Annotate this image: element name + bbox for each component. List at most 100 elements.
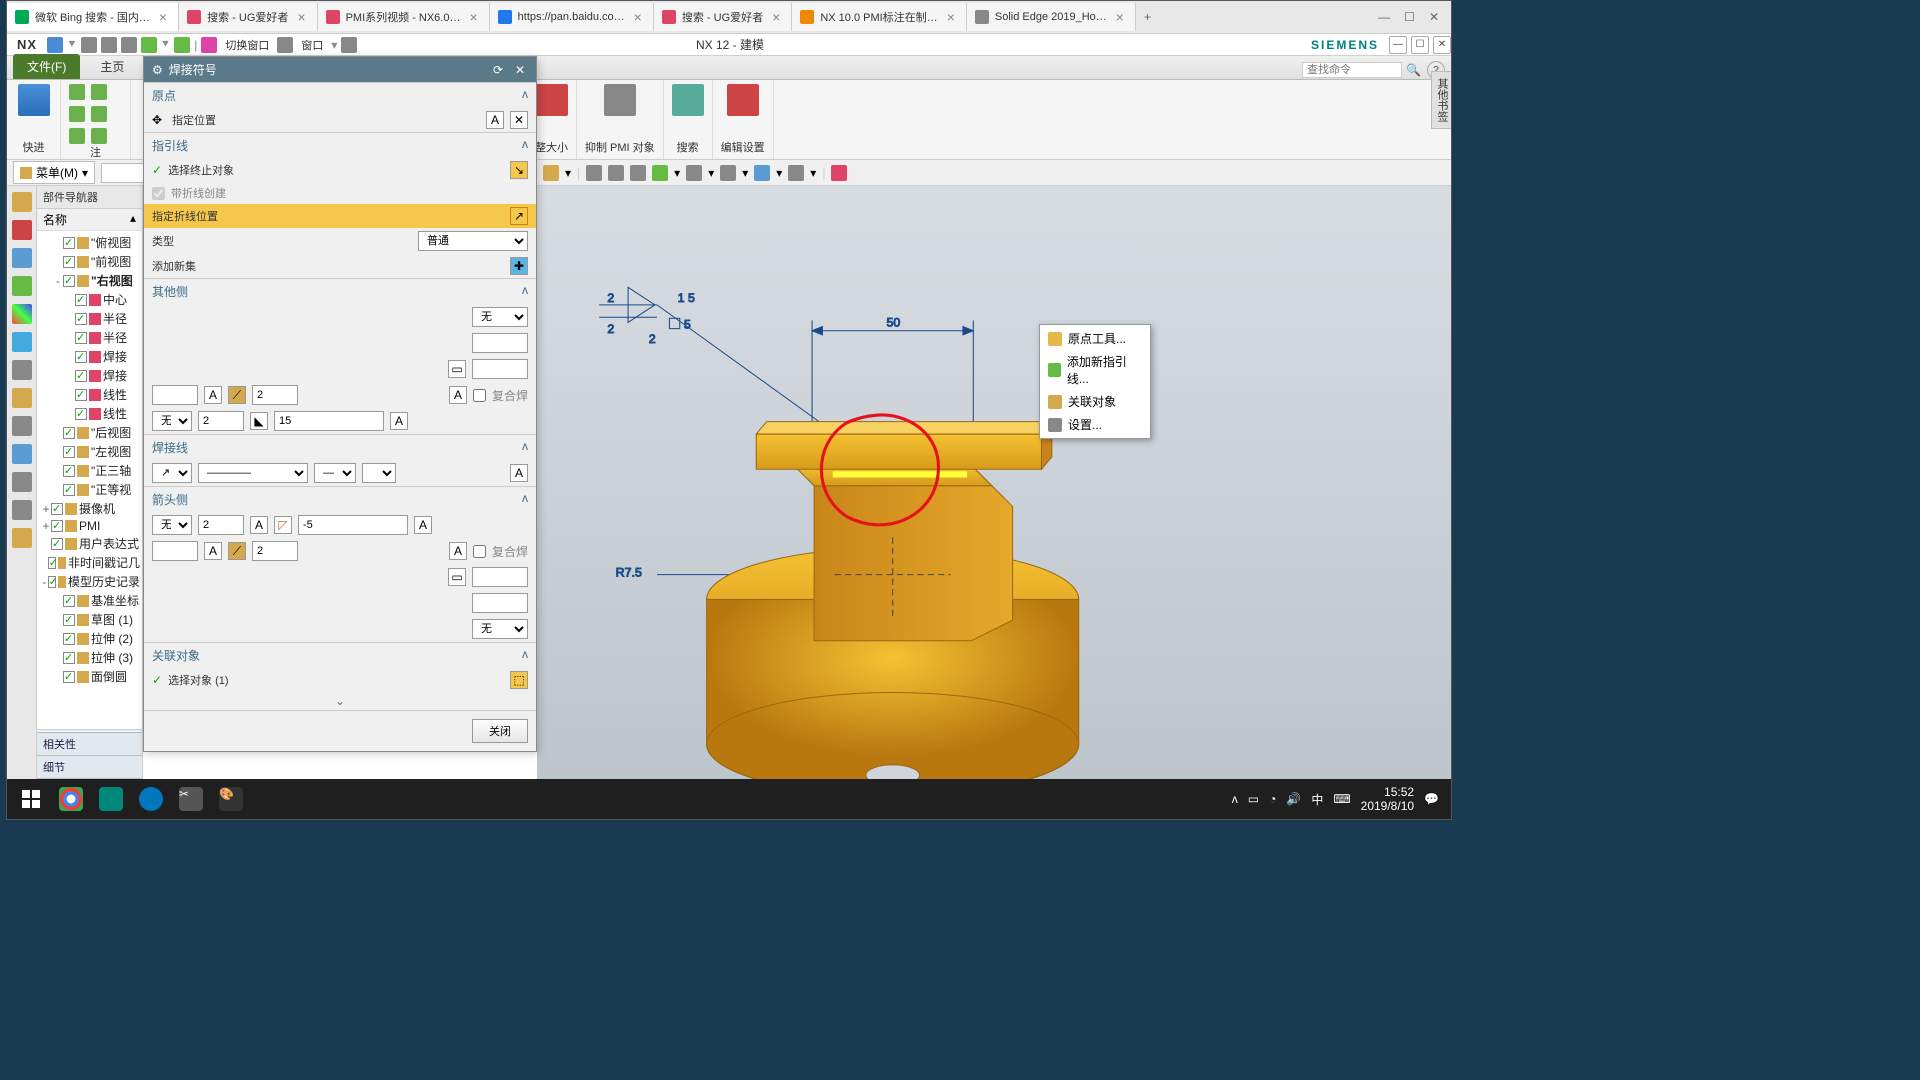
type-select[interactable]: 普通 (418, 231, 528, 251)
help-icon[interactable] (12, 444, 32, 464)
view-icon[interactable] (543, 165, 559, 181)
tree-node[interactable]: "前视图 (37, 252, 142, 271)
specify-jog-row[interactable]: 指定折线位置↗ (144, 204, 536, 228)
weld-icon[interactable]: ⟋ (228, 386, 246, 404)
sys-icon[interactable] (12, 416, 32, 436)
tree-node[interactable]: 非时间戳记几 (37, 553, 142, 572)
start-button[interactable] (11, 779, 51, 819)
more-icon[interactable] (341, 37, 357, 53)
other-f4[interactable] (274, 411, 384, 431)
arrow-f2[interactable] (298, 515, 408, 535)
roles-icon[interactable] (12, 388, 32, 408)
jog-icon[interactable]: ↗ (510, 207, 528, 225)
tree-node[interactable]: 半径 (37, 309, 142, 328)
select-object-button[interactable]: ⬚ (510, 671, 528, 689)
constraint-icon[interactable] (12, 248, 32, 268)
close-icon[interactable]: × (769, 9, 783, 25)
other-symbol-select[interactable]: 无 (472, 307, 528, 327)
browser-tab-4[interactable]: 搜索 - UG爱好者× (654, 3, 792, 31)
redo-icon[interactable] (174, 37, 190, 53)
close-icon[interactable]: × (631, 9, 645, 25)
browser-icon[interactable] (12, 332, 32, 352)
ribbon-icon[interactable] (69, 106, 85, 122)
arrow-f3[interactable] (152, 541, 198, 561)
snip-icon[interactable]: ✂ (171, 779, 211, 819)
ribbon-icon[interactable] (91, 106, 107, 122)
close-icon[interactable]: × (944, 9, 958, 25)
tab-home[interactable]: 主页 (86, 54, 138, 79)
reset-icon[interactable]: ⟳ (490, 62, 506, 78)
arrow-f1[interactable] (198, 515, 244, 535)
navigator-column-header[interactable]: 名称▴ (37, 209, 142, 231)
tree-node[interactable]: 焊接 (37, 347, 142, 366)
nav-section-dependency[interactable]: 相关性 (37, 732, 142, 755)
maximize-button[interactable]: ☐ (1411, 36, 1429, 54)
a-icon[interactable]: A (510, 464, 528, 482)
toolbar-icon[interactable] (586, 165, 602, 181)
edit-settings-icon[interactable] (727, 84, 759, 116)
browser-tab-1[interactable]: 搜索 - UG爱好者× (179, 3, 317, 31)
ctx-settings[interactable]: 设置... (1040, 413, 1150, 436)
tray-notification-icon[interactable]: 💬 (1424, 792, 1439, 806)
new-tab-button[interactable]: + (1136, 10, 1159, 24)
ctx-origin-tool[interactable]: 原点工具... (1040, 327, 1150, 350)
section-other-side[interactable]: 其他侧ʌ (144, 279, 536, 304)
close-icon[interactable]: × (294, 9, 308, 25)
ribbon-icon[interactable] (91, 128, 107, 144)
history-icon[interactable] (12, 360, 32, 380)
toolbar-icon[interactable] (608, 165, 624, 181)
more-icon[interactable] (12, 528, 32, 548)
toolbar-icon[interactable] (788, 165, 804, 181)
select-icon[interactable]: ↘ (510, 161, 528, 179)
minimize-icon[interactable]: — (1378, 10, 1390, 24)
tray-vol-icon[interactable]: 🔊 (1286, 792, 1301, 806)
close-icon[interactable]: ✕ (1429, 10, 1439, 24)
section-origin[interactable]: 原点ʌ (144, 83, 536, 108)
toolbar-icon[interactable] (630, 165, 646, 181)
toolbar-icon[interactable] (652, 165, 668, 181)
tree-node[interactable]: +PMI (37, 518, 142, 534)
suppress-pmi-icon[interactable] (604, 84, 636, 116)
browser-tab-6[interactable]: Solid Edge 2019_Ho…× (967, 3, 1136, 31)
tree-node[interactable]: 焊接 (37, 366, 142, 385)
weather-icon[interactable] (131, 779, 171, 819)
dialog-titlebar[interactable]: ⚙ 焊接符号 ⟳ ✕ (144, 57, 536, 82)
section-associated[interactable]: 关联对象ʌ (144, 643, 536, 668)
point-icon[interactable]: A (486, 111, 504, 129)
resize-icon[interactable] (536, 84, 568, 116)
a-icon[interactable]: A (449, 386, 467, 404)
other-input-2[interactable] (472, 359, 528, 379)
close-icon[interactable]: × (1113, 9, 1127, 25)
navigator-tree[interactable]: "俯视图"前视图-"右视图中心半径半径焊接焊接线性线性"后视图"左视图"正三轴"… (37, 231, 142, 688)
tree-node[interactable]: 用户表达式 (37, 534, 142, 553)
weldline-end2[interactable] (362, 463, 396, 483)
bing-app-icon[interactable] (91, 779, 131, 819)
copy-icon[interactable] (101, 37, 117, 53)
hd3d-icon[interactable] (12, 304, 32, 324)
close-icon[interactable]: × (156, 9, 170, 25)
groove-icon[interactable]: ◸ (274, 516, 292, 534)
close-icon[interactable]: ✕ (512, 62, 528, 78)
tree-node[interactable]: 线性 (37, 385, 142, 404)
switch-window-label[interactable]: 切换窗口 (221, 37, 273, 53)
more-icon[interactable] (12, 472, 32, 492)
browser-tab-0[interactable]: 微软 Bing 搜索 - 国内…× (7, 3, 179, 31)
menu-button[interactable]: 菜单(M)▾ (13, 161, 95, 184)
ctx-add-leader[interactable]: 添加新指引线... (1040, 350, 1150, 390)
close-button[interactable]: 关闭 (472, 719, 528, 743)
other-input-1[interactable] (472, 333, 528, 353)
reuse-icon[interactable] (12, 276, 32, 296)
toolbar-icon[interactable] (831, 165, 847, 181)
tree-node[interactable]: "后视图 (37, 423, 142, 442)
ribbon-icon[interactable] (69, 128, 85, 144)
command-search-input[interactable] (1302, 62, 1402, 78)
graphics-viewport[interactable]: 2 2 2 1 5 5 50 R7.5 (537, 186, 1452, 801)
tree-node[interactable]: "左视图 (37, 442, 142, 461)
tray-wifi-icon[interactable]: ◔ (1269, 792, 1276, 806)
save-icon[interactable] (47, 37, 63, 53)
a-icon[interactable]: A (414, 516, 432, 534)
arrow-sel[interactable]: 无 (152, 515, 192, 535)
a-icon[interactable]: A (449, 542, 467, 560)
nav-section-details[interactable]: 细节 (37, 755, 142, 778)
weld-icon[interactable]: ⟋ (228, 542, 246, 560)
